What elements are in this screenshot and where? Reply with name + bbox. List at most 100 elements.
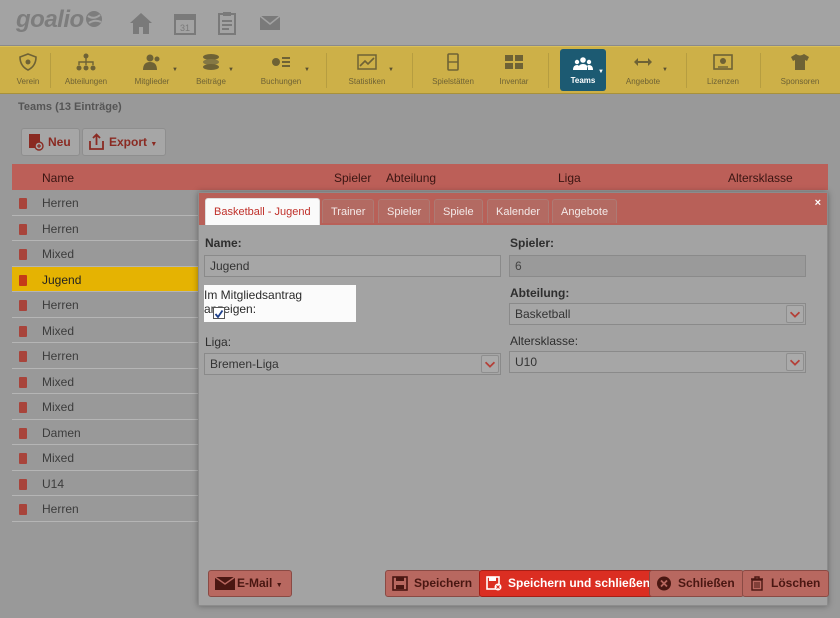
altersklasse-value: U10 bbox=[515, 355, 538, 369]
col-abteilung-header[interactable]: Abteilung bbox=[386, 171, 436, 185]
inventory-icon bbox=[505, 55, 523, 69]
save-and-close-button[interactable]: Speichern und schließen bbox=[479, 570, 660, 597]
chevron-down-icon: ▼ bbox=[304, 67, 310, 73]
chevron-down-icon: ▼ bbox=[598, 69, 604, 75]
abteilung-label: Abteilung: bbox=[510, 286, 570, 300]
chevron-down-icon: ▼ bbox=[388, 67, 394, 73]
nav-lizenzen[interactable]: Lizenzen bbox=[700, 47, 746, 94]
team-icon bbox=[19, 274, 27, 286]
team-icon bbox=[19, 351, 27, 362]
team-name-cell: Herren bbox=[42, 221, 79, 236]
team-icon bbox=[19, 300, 27, 311]
nav-verein[interactable]: Verein bbox=[8, 47, 48, 94]
delete-button-label: Löschen bbox=[771, 576, 821, 590]
team-icon bbox=[19, 223, 27, 235]
close-circle-icon bbox=[657, 576, 671, 591]
mail-icon[interactable] bbox=[257, 10, 283, 36]
nav-statistiken[interactable]: Statistiken ▼ bbox=[338, 47, 396, 94]
col-spieler-header[interactable]: Spieler bbox=[334, 171, 371, 185]
team-name-cell: Herren bbox=[42, 196, 79, 210]
team-icon bbox=[19, 478, 27, 490]
team-icon bbox=[19, 504, 27, 515]
close-button[interactable]: Schließen bbox=[649, 570, 744, 597]
team-name-cell: Mixed bbox=[42, 400, 75, 414]
tab-angebote[interactable]: Angebote bbox=[552, 199, 618, 223]
nav-buchungen[interactable]: Buchungen ▼ bbox=[250, 47, 312, 94]
liga-value: Bremen-Liga bbox=[210, 357, 279, 371]
mail-icon bbox=[215, 576, 235, 590]
checklist-icon[interactable] bbox=[214, 10, 240, 36]
tab-spieler[interactable]: Spieler bbox=[378, 199, 431, 223]
team-name-cell: U14 bbox=[42, 476, 65, 491]
email-button-label: E-Mail bbox=[237, 576, 273, 590]
export-button-label: Export bbox=[109, 135, 148, 149]
chevron-down-icon: ▼ bbox=[275, 582, 283, 589]
coins-icon bbox=[203, 54, 219, 70]
new-button-label: Neu bbox=[48, 135, 71, 149]
col-liga-header[interactable]: Liga bbox=[558, 171, 581, 185]
nav-angebote[interactable]: Angebote ▼ bbox=[616, 47, 670, 94]
team-icon bbox=[19, 453, 27, 464]
new-button[interactable]: Neu bbox=[21, 128, 80, 156]
table-header: Name Spieler Abteilung Liga Altersklasse bbox=[12, 164, 828, 190]
team-name-cell: Herren bbox=[42, 349, 79, 363]
tab-spiele[interactable]: Spiele bbox=[434, 199, 483, 223]
nav-mitglieder[interactable]: Mitglieder ▼ bbox=[124, 47, 180, 94]
team-icon bbox=[19, 198, 27, 209]
team-icon bbox=[19, 376, 27, 388]
nav-inventar[interactable]: Inventar bbox=[490, 47, 538, 94]
org-chart-icon bbox=[76, 53, 96, 71]
tab-basketball-jugend[interactable]: Basketball - Jugend bbox=[205, 198, 320, 225]
abteilung-select[interactable]: Basketball bbox=[509, 303, 806, 325]
tab-trainer[interactable]: Trainer bbox=[322, 199, 375, 223]
home-icon[interactable] bbox=[128, 10, 154, 36]
checkmark-icon bbox=[214, 309, 224, 319]
floppy-close-icon bbox=[486, 576, 502, 591]
svg-text:31: 31 bbox=[180, 23, 190, 33]
col-name-header[interactable]: Name bbox=[42, 171, 74, 185]
team-name-cell: Mixed bbox=[42, 374, 75, 389]
shield-icon bbox=[19, 53, 37, 71]
spieler-label: Spieler: bbox=[510, 236, 555, 250]
chevron-down-icon: ▼ bbox=[228, 67, 234, 73]
team-icon bbox=[19, 325, 27, 337]
altersklasse-label: Altersklasse: bbox=[510, 334, 579, 348]
app-logo[interactable]: goalio bbox=[16, 6, 84, 34]
save-button[interactable]: Speichern bbox=[385, 570, 482, 597]
email-button[interactable]: E-Mail ▼ bbox=[208, 570, 292, 597]
export-button[interactable]: Export ▼ bbox=[82, 128, 167, 156]
antrag-checkbox[interactable] bbox=[213, 307, 225, 319]
export-icon bbox=[89, 133, 104, 150]
nav-spielstaetten[interactable]: Spielstätten bbox=[424, 47, 482, 94]
spieler-field: 6 bbox=[509, 255, 806, 277]
delete-button[interactable]: Löschen bbox=[742, 570, 830, 597]
tab-kalender[interactable]: Kalender bbox=[487, 199, 550, 223]
venue-icon bbox=[447, 53, 459, 71]
logo-ball-icon bbox=[86, 11, 102, 27]
liga-select[interactable]: Bremen-Liga bbox=[204, 353, 501, 375]
nav-abteilungen[interactable]: Abteilungen bbox=[58, 47, 114, 94]
nav-sponsoren[interactable]: Sponsoren bbox=[774, 47, 826, 94]
team-icon bbox=[19, 402, 27, 413]
save-and-close-label: Speichern und schließen bbox=[508, 576, 651, 590]
shirt-icon bbox=[791, 54, 809, 70]
chevron-down-icon: ▼ bbox=[662, 67, 668, 73]
new-document-icon bbox=[29, 134, 44, 151]
nav-teams[interactable]: Teams ▼ bbox=[560, 49, 606, 91]
team-name-cell: Damen bbox=[42, 425, 81, 440]
team-icon bbox=[19, 427, 27, 439]
col-altersklasse-header[interactable]: Altersklasse bbox=[728, 171, 793, 185]
chevron-down-icon bbox=[481, 355, 499, 373]
team-edit-dialog: Basketball - Jugend Trainer Spieler Spie… bbox=[198, 192, 830, 606]
dialog-tabs: Basketball - Jugend Trainer Spieler Spie… bbox=[199, 193, 827, 225]
name-field[interactable]: Jugend bbox=[204, 255, 501, 277]
floppy-icon bbox=[392, 576, 408, 591]
altersklasse-select[interactable]: U10 bbox=[509, 351, 806, 373]
liga-label: Liga: bbox=[205, 335, 232, 349]
close-icon[interactable]: × bbox=[815, 197, 821, 209]
calendar-icon[interactable]: 31 bbox=[172, 10, 198, 36]
name-label: Name: bbox=[205, 236, 242, 250]
antrag-label: Im Mitgliedsantrag anzeigen: bbox=[204, 288, 303, 316]
nav-beitraege[interactable]: Beiträge ▼ bbox=[186, 47, 236, 94]
abteilung-value: Basketball bbox=[515, 307, 571, 321]
